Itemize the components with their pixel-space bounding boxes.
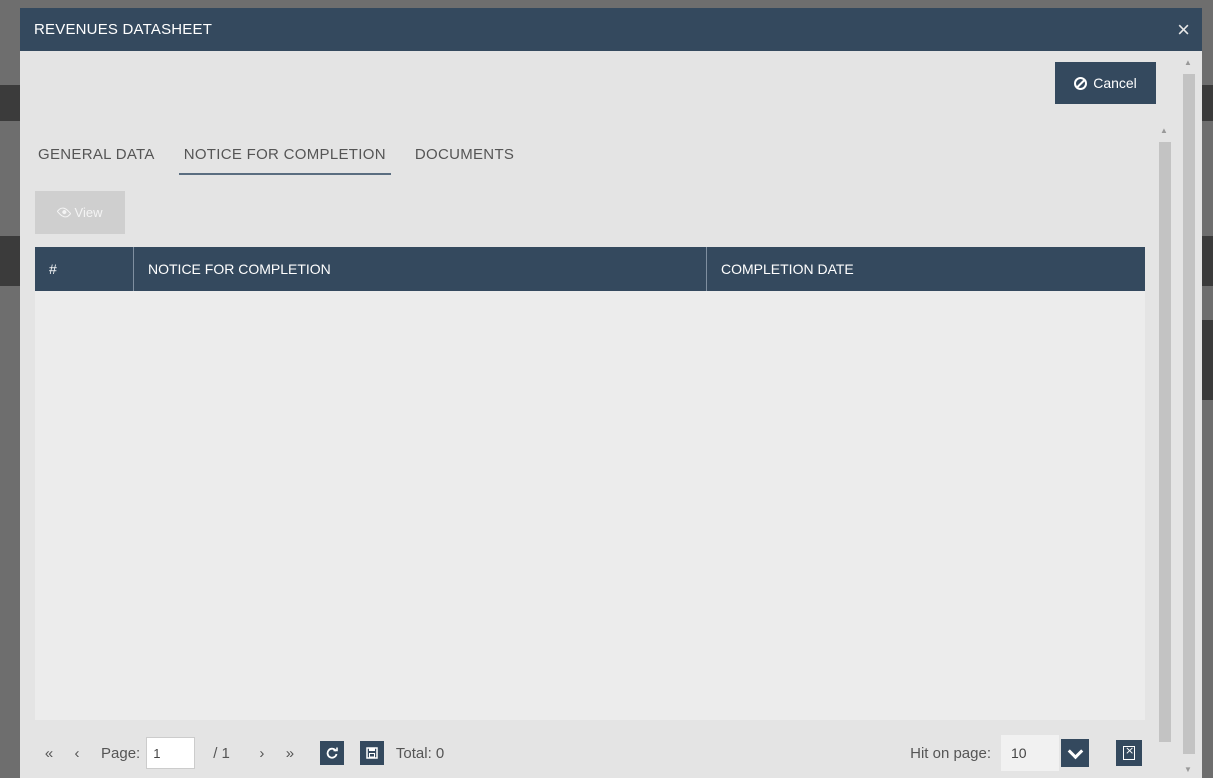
prev-page-button[interactable]: ‹ (63, 745, 91, 762)
last-page-button[interactable]: » (276, 745, 304, 762)
refresh-button[interactable] (319, 741, 344, 765)
refresh-icon (326, 747, 338, 759)
grid-scrollbar[interactable]: ▲ (1158, 126, 1172, 746)
hit-on-page-dropdown-button[interactable] (1061, 739, 1089, 767)
eye-icon (56, 205, 71, 220)
hit-on-page-label: Hit on page: (910, 744, 991, 762)
grid-header: # NOTICE FOR COMPLETION COMPLETION DATE (35, 247, 1145, 291)
dialog-title: REVENUES DATASHEET (34, 21, 213, 38)
excel-icon (1123, 744, 1135, 760)
total-count: Total: 0 (395, 744, 445, 762)
pager: « ‹ Page: / 1 › » Total: 0 Hit on page: … (35, 730, 1145, 776)
scroll-down-icon[interactable]: ▼ (1184, 765, 1192, 774)
column-header-completion-date[interactable]: COMPLETION DATE (707, 247, 1145, 291)
tab-bar: GENERAL DATA NOTICE FOR COMPLETION DOCUM… (38, 142, 543, 175)
revenues-datasheet-dialog: REVENUES DATASHEET × Cancel GENERAL DATA… (20, 8, 1202, 778)
scroll-up-icon[interactable]: ▲ (1184, 58, 1192, 67)
scrollbar-thumb[interactable] (1183, 74, 1195, 754)
dialog-scrollbar[interactable]: ▲ ▼ (1182, 54, 1196, 774)
scroll-up-icon[interactable]: ▲ (1160, 126, 1168, 135)
page-count: / 1 (213, 744, 230, 762)
chevron-down-icon (1067, 743, 1083, 759)
tab-general-data[interactable]: GENERAL DATA (38, 142, 155, 175)
scrollbar-thumb[interactable] (1159, 142, 1171, 742)
close-icon[interactable]: × (1177, 18, 1190, 41)
cancel-button[interactable]: Cancel (1055, 62, 1156, 104)
first-page-button[interactable]: « (35, 745, 63, 762)
column-header-notice[interactable]: NOTICE FOR COMPLETION (134, 247, 707, 291)
view-button[interactable]: View (35, 191, 125, 234)
page-input[interactable] (146, 737, 196, 769)
hit-on-page-select[interactable]: 10 (1001, 735, 1059, 771)
grid-body (35, 291, 1145, 720)
notice-grid: # NOTICE FOR COMPLETION COMPLETION DATE (35, 247, 1145, 720)
export-excel-button[interactable] (1116, 740, 1142, 766)
next-page-button[interactable]: › (248, 745, 276, 762)
tab-documents[interactable]: DOCUMENTS (415, 142, 514, 175)
page-label: Page: (101, 744, 141, 762)
save-button[interactable] (359, 741, 384, 765)
save-icon (366, 747, 378, 759)
tab-notice-for-completion[interactable]: NOTICE FOR COMPLETION (178, 142, 391, 175)
ban-icon (1074, 76, 1088, 90)
cancel-label: Cancel (1093, 75, 1137, 91)
dialog-header: REVENUES DATASHEET × (20, 8, 1202, 51)
column-header-number[interactable]: # (35, 247, 134, 291)
view-label: View (74, 205, 103, 220)
